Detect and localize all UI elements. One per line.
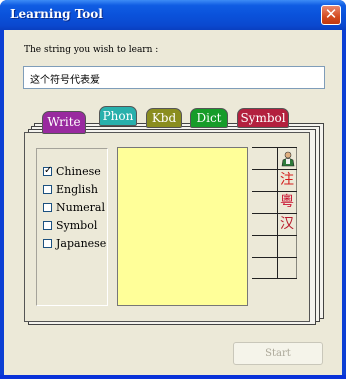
checkbox-numeral[interactable] bbox=[43, 203, 52, 212]
window-frame-bottom bbox=[0, 375, 346, 379]
checkbox-english[interactable] bbox=[43, 185, 52, 194]
start-button[interactable]: Start bbox=[233, 342, 323, 365]
option-label: Symbol bbox=[56, 219, 98, 232]
han-icon[interactable]: 汉 bbox=[277, 214, 297, 234]
tab-symbol[interactable]: Symbol bbox=[237, 108, 289, 128]
tool-strip: 注 粵 汉 bbox=[252, 147, 297, 279]
client-area: The string you wish to learn : 这个符号代表爱 P… bbox=[4, 30, 342, 375]
close-button[interactable]: ✕ bbox=[321, 5, 341, 25]
person-icon[interactable] bbox=[278, 149, 297, 169]
window-title: Learning Tool bbox=[10, 7, 103, 21]
option-label: Japanese bbox=[56, 237, 107, 250]
learning-tool-window: Learning Tool ✕ The string you wish to l… bbox=[0, 0, 346, 379]
tab-write[interactable]: Write bbox=[42, 111, 86, 134]
tab-kbd[interactable]: Kbd bbox=[146, 108, 182, 128]
zhuyin-icon[interactable]: 注 bbox=[277, 170, 297, 190]
tab-phon[interactable]: Phon bbox=[99, 106, 137, 126]
option-label: Numeral bbox=[56, 201, 105, 214]
prompt-label: The string you wish to learn : bbox=[24, 45, 159, 55]
script-options-group: ✓ Chinese English Numeral Symbol Japanes… bbox=[36, 148, 108, 306]
option-label: English bbox=[56, 183, 98, 196]
check-mark-icon: ✓ bbox=[44, 165, 53, 176]
learn-string-input[interactable]: 这个符号代表爱 bbox=[23, 66, 325, 89]
tab-dict[interactable]: Dict bbox=[190, 108, 228, 128]
title-bar[interactable]: Learning Tool ✕ bbox=[0, 0, 346, 30]
checkbox-japanese[interactable] bbox=[43, 239, 52, 248]
writing-pad[interactable] bbox=[117, 147, 248, 306]
write-panel: ✓ Chinese English Numeral Symbol Japanes… bbox=[24, 132, 310, 322]
checkbox-symbol[interactable] bbox=[43, 221, 52, 230]
cantonese-icon[interactable]: 粵 bbox=[277, 192, 297, 212]
option-label: Chinese bbox=[56, 165, 101, 178]
checkbox-chinese[interactable]: ✓ bbox=[43, 165, 53, 176]
